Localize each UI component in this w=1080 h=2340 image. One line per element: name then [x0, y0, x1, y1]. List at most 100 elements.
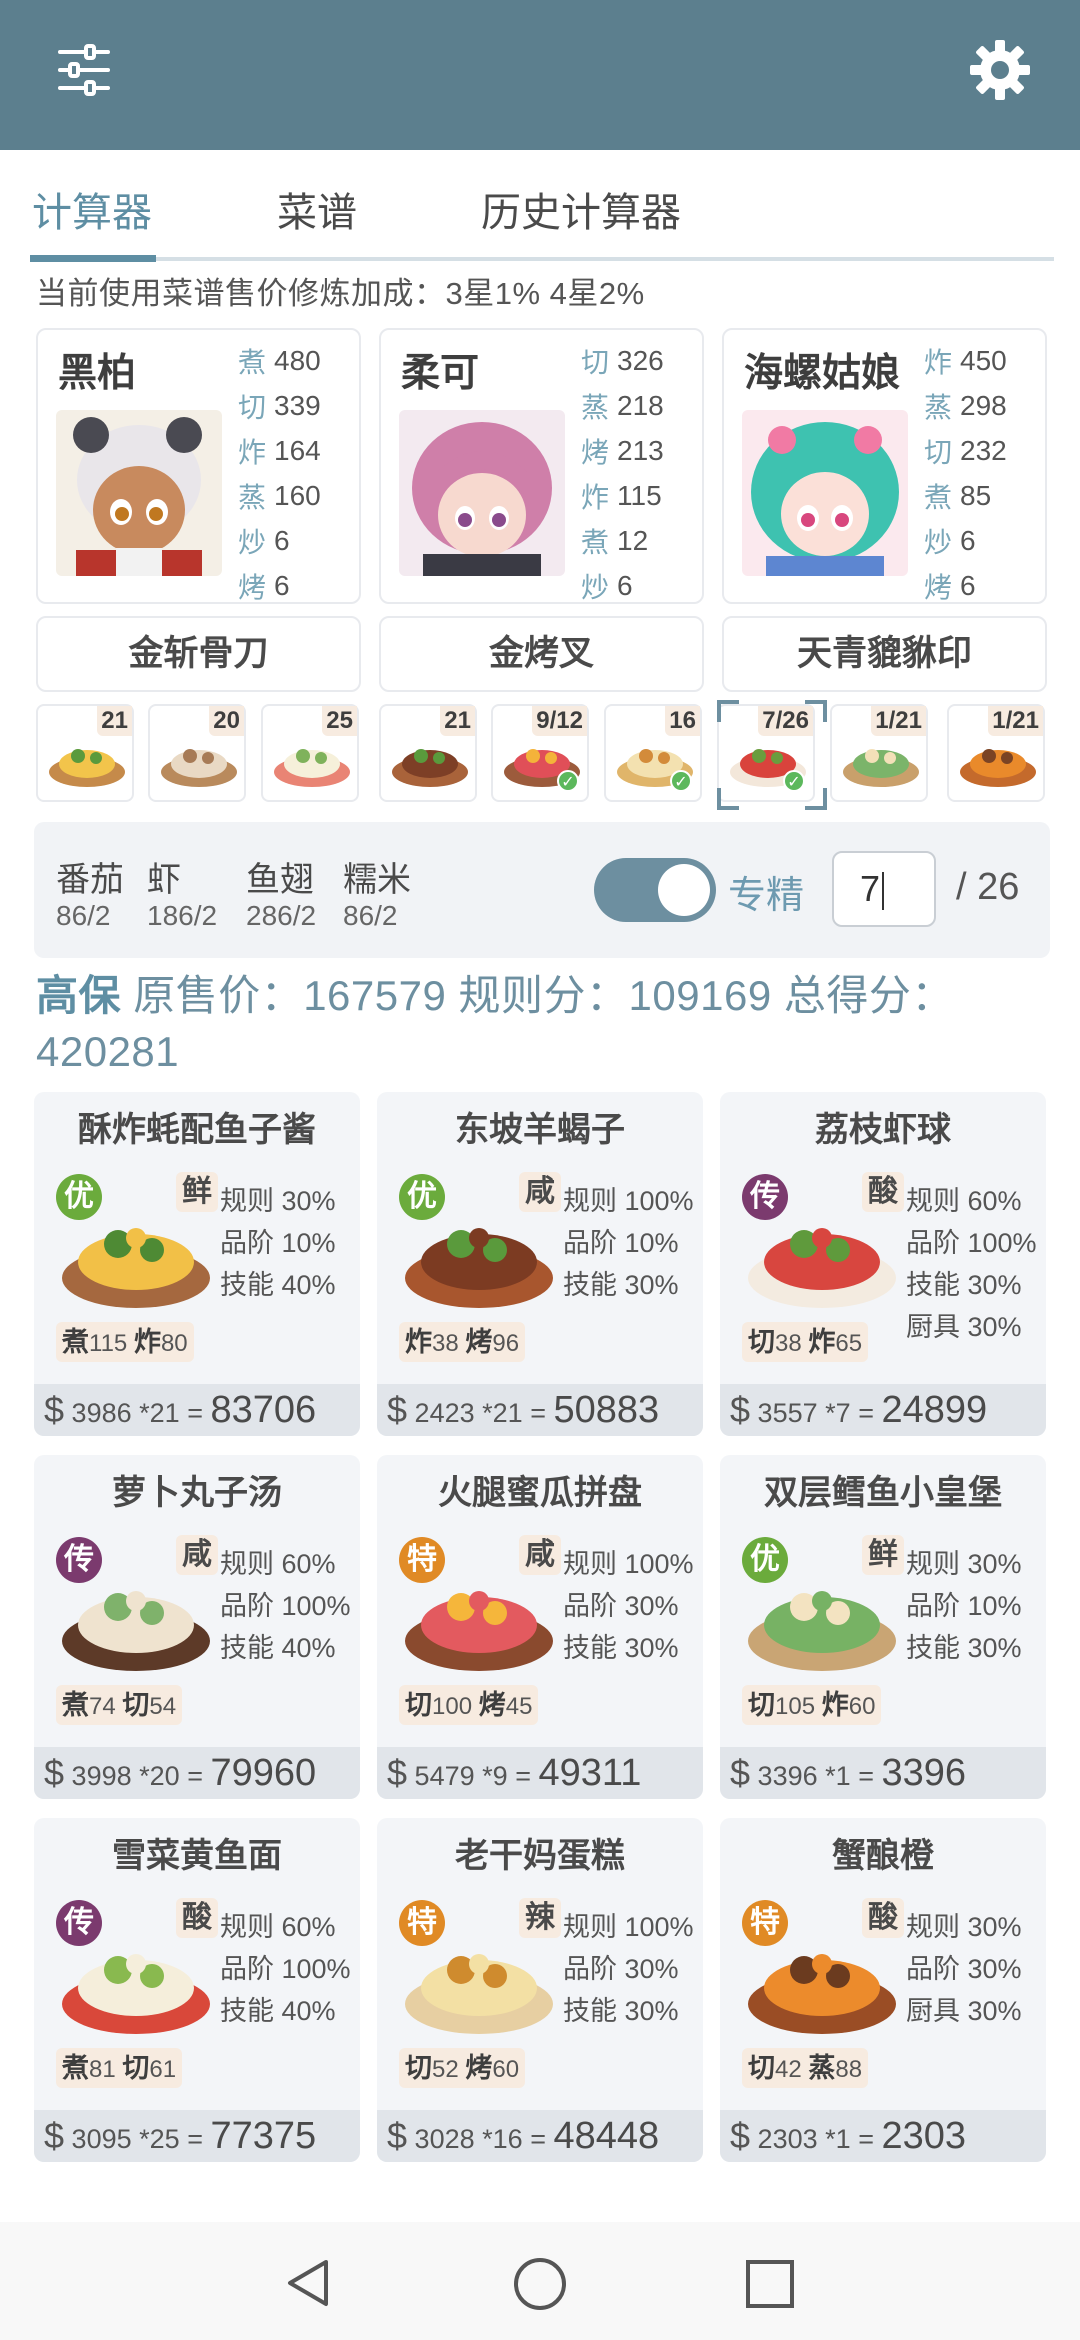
price-calculation: $ 3028 *16 = 48448	[377, 2110, 703, 2162]
unit-price: 2303	[757, 2124, 818, 2154]
home-circle-icon[interactable]	[512, 2256, 568, 2312]
equals-sign: =	[858, 2124, 874, 2154]
ingredient-name: 鱼翅	[246, 861, 314, 899]
dish-slot-count: 1/21	[871, 706, 926, 736]
price-calculation: $ 3396 *1 = 3396	[720, 1747, 1046, 1799]
skill-requirement: 煮115 炸80	[56, 1322, 194, 1362]
skill-requirement: 煮81 切61	[56, 2048, 183, 2088]
dish-slot-count: 16	[665, 706, 700, 736]
chef-skill: 烤6	[238, 569, 290, 603]
bonus-item: 规则 30%	[906, 1912, 1022, 1942]
skill-requirement: 切52 烤60	[399, 2048, 526, 2088]
dish-slot[interactable]: 1/21	[947, 704, 1045, 802]
chef-portrait	[56, 410, 222, 576]
score-summary: 高保 原售价：167579 规则分：109169 总得分： 420281	[36, 968, 1046, 1080]
bonus-item: 技能 40%	[220, 1270, 336, 1300]
bonus-item: 规则 60%	[220, 1912, 336, 1942]
dish-slot[interactable]: 16 ✓	[604, 704, 702, 802]
unit-price: 3028	[414, 2124, 475, 2154]
dish-slot[interactable]: 21	[379, 704, 477, 802]
bonus-item: 厨具 30%	[906, 1996, 1022, 2026]
unit-price: 3986	[71, 1398, 132, 1428]
multiplier: *1	[825, 1761, 851, 1791]
tab-track	[30, 257, 1054, 261]
back-triangle-icon[interactable]	[282, 2256, 336, 2310]
dish-card[interactable]: 萝卜丸子汤传 咸规则 60% 品阶 100% 技能 40% 煮74 切54 $ 3998 …	[34, 1455, 360, 1799]
equipment-button[interactable]: 金烤叉	[379, 616, 704, 692]
dish-slot[interactable]: 9/12 ✓	[491, 704, 589, 802]
dish-card[interactable]: 蟹酿橙特 酸规则 30% 品阶 30% 厨具 30% 切42 蒸88 $ 2303 *1 …	[720, 1818, 1046, 2162]
dish-total: 50883	[553, 1389, 660, 1431]
multiplier: *21	[139, 1398, 180, 1428]
bonus-item: 规则 30%	[906, 1549, 1022, 1579]
tab-history-calculator[interactable]: 历史计算器	[481, 180, 681, 238]
dish-name: 双层鳕鱼小皇堡	[764, 1474, 1002, 1512]
total-score-label: 总得分：	[783, 972, 954, 1019]
chef-skill-list: 煮 480 切 339 炸 164 蒸 160 炒6 烤6	[238, 338, 353, 608]
tab-calculator[interactable]: 计算器	[32, 180, 152, 238]
bonus-list: 规则 30% 品阶 30% 厨具 30%	[906, 1906, 1046, 2032]
multiplier: *20	[139, 1761, 180, 1791]
equipment-button[interactable]: 金斩骨刀	[36, 616, 361, 692]
tab-indicator	[30, 255, 156, 262]
dish-slot-count: 9/12	[532, 706, 587, 736]
price-calculation: $ 2303 *1 = 2303	[720, 2110, 1046, 2162]
dish-card[interactable]: 双层鳕鱼小皇堡优 鲜规则 30% 品阶 10% 技能 30% 切105 炸60 $ 339…	[720, 1455, 1046, 1799]
chef-card[interactable]: 黑柏 煮 480 切 339 炸 164 蒸 160 炒6 烤6	[36, 328, 361, 604]
dish-name: 荔枝虾球	[815, 1111, 951, 1149]
dish-card[interactable]: 老干妈蛋糕特 辣规则 100% 品阶 30% 技能 30% 切52 烤60 $ 3028 …	[377, 1818, 703, 2162]
dish-card[interactable]: 荔枝虾球传 酸规则 60% 品阶 100% 技能 30% 厨具 30% 切38 炸65 $ …	[720, 1092, 1046, 1436]
flavor-badge: 辣	[519, 1898, 561, 1938]
check-badge-icon: ✓	[670, 770, 692, 792]
grade-badge: 优	[56, 1174, 102, 1220]
chef-skill: 炒6	[238, 524, 290, 558]
dish-card[interactable]: 酥炸蚝配鱼子酱优 鲜规则 30% 品阶 10% 技能 40% 煮115 炸80 $ 398…	[34, 1092, 360, 1436]
grade-badge: 优	[742, 1537, 788, 1583]
dish-name: 雪菜黄鱼面	[112, 1837, 282, 1875]
dish-card[interactable]: 火腿蜜瓜拼盘特 咸规则 100% 品阶 30% 技能 30% 切100 烤45 $ 547…	[377, 1455, 703, 1799]
chef-card[interactable]: 海螺姑娘 炸 450 蒸 298 切 232 煮 85 炒6 烤6	[722, 328, 1047, 604]
specialize-total: / 26	[956, 866, 1020, 908]
specialize-toggle[interactable]	[594, 858, 716, 922]
dish-slot[interactable]: 20	[148, 704, 246, 802]
chef-card[interactable]: 柔可 切 326 蒸 218 烤 213 炸 115 煮 12 炒6	[379, 328, 704, 604]
toggle-knob	[658, 864, 710, 916]
tab-recipes[interactable]: 菜谱	[277, 180, 357, 238]
total-score-value: 420281	[36, 1028, 180, 1075]
chef-skill: 煮 480	[238, 344, 321, 378]
unit-price: 3557	[757, 1398, 818, 1428]
flavor-badge: 鲜	[862, 1535, 904, 1575]
dish-slot[interactable]: 21	[36, 704, 134, 802]
tier-label: 高保	[36, 972, 122, 1019]
dish-slot[interactable]: 25	[261, 704, 359, 802]
bonus-item: 品阶 10%	[220, 1228, 336, 1258]
equipment-button[interactable]: 天青貔貅印	[722, 616, 1047, 692]
grade-badge: 传	[56, 1900, 102, 1946]
chef-skill-list: 炸 450 蒸 298 切 232 煮 85 炒6 烤6	[924, 338, 1039, 608]
unit-price: 5479	[414, 1761, 475, 1791]
flavor-badge: 酸	[176, 1898, 218, 1938]
dish-card[interactable]: 东坡羊蝎子优 咸规则 100% 品阶 10% 技能 30% 炸38 烤96 $ 2423 …	[377, 1092, 703, 1436]
dish-name: 东坡羊蝎子	[455, 1111, 625, 1149]
recents-square-icon[interactable]	[744, 2258, 796, 2310]
dish-slot-count: 21	[440, 706, 475, 736]
tab-bar: 计算器 菜谱 历史计算器	[0, 150, 1080, 262]
flavor-badge: 咸	[519, 1535, 561, 1575]
flavor-badge: 鲜	[176, 1172, 218, 1212]
dish-total: 48448	[553, 2115, 660, 2157]
gear-icon[interactable]	[968, 38, 1032, 102]
dish-slot-count: 20	[209, 706, 244, 736]
equals-sign: =	[187, 2124, 203, 2154]
chef-skill: 蒸 218	[581, 389, 664, 423]
multiplier: *16	[482, 2124, 523, 2154]
dish-total: 49311	[538, 1752, 642, 1794]
sliders-icon[interactable]	[56, 42, 112, 98]
bonus-item: 技能 30%	[563, 1996, 679, 2026]
price-calculation: $ 3986 *21 = 83706	[34, 1384, 360, 1436]
multiplier: *21	[482, 1398, 523, 1428]
check-badge-icon: ✓	[783, 770, 805, 792]
dish-card[interactable]: 雪菜黄鱼面传 酸规则 60% 品阶 100% 技能 40% 煮81 切61 $ 3095 …	[34, 1818, 360, 2162]
dish-slot[interactable]: 1/21	[830, 704, 928, 802]
rule-score-label: 规则分：	[458, 972, 629, 1019]
specialize-count-input[interactable]: 7	[832, 851, 936, 927]
